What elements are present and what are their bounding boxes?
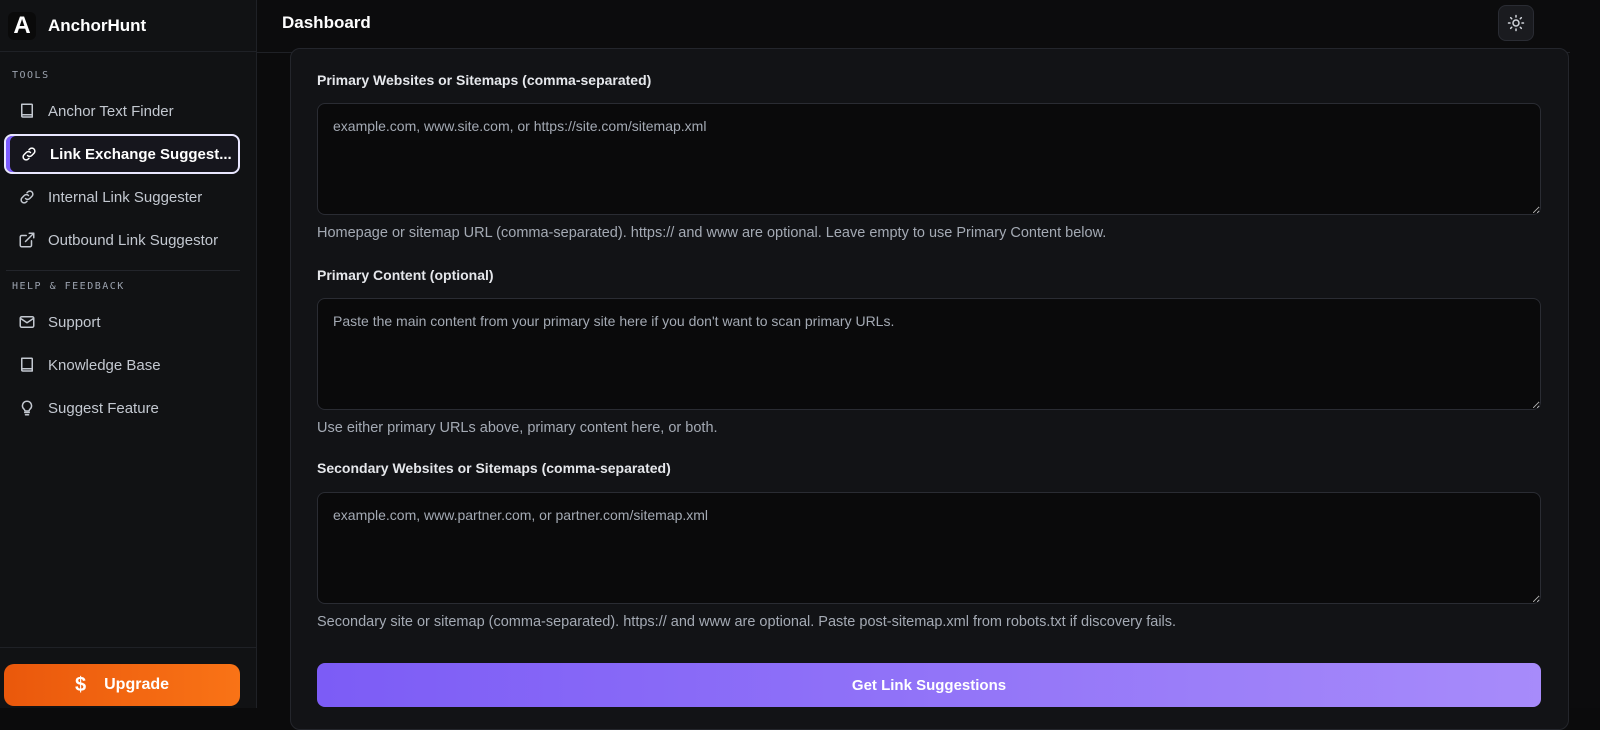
theme-toggle-button[interactable]	[1498, 5, 1534, 41]
sidebar-item-knowledge-base[interactable]: Knowledge Base	[4, 345, 240, 385]
primary-urls-input[interactable]	[317, 103, 1541, 215]
primary-urls-label: Primary Websites or Sitemaps (comma-sepa…	[317, 72, 652, 88]
sidebar-item-label: Knowledge Base	[48, 356, 161, 374]
primary-content-input[interactable]	[317, 298, 1541, 410]
external-link-icon	[18, 231, 36, 249]
book-icon	[18, 102, 36, 120]
sidebar-item-label: Link Exchange Suggest...	[50, 145, 232, 163]
upgrade-label: Upgrade	[104, 676, 170, 693]
link-exchange-form: Primary Websites or Sitemaps (comma-sepa…	[290, 48, 1569, 730]
brand-logo: A	[8, 11, 36, 40]
mail-icon	[18, 313, 36, 331]
sidebar-footer: $ Upgrade	[0, 647, 256, 708]
upgrade-button[interactable]: $ Upgrade	[4, 664, 240, 706]
sidebar-item-outbound-link-suggestor[interactable]: Outbound Link Suggestor	[4, 220, 240, 260]
secondary-urls-label: Secondary Websites or Sitemaps (comma-se…	[317, 460, 671, 476]
dollar-icon: $	[74, 673, 87, 696]
help-section-label: HELP & FEEDBACK	[12, 281, 125, 292]
brand[interactable]: A AnchorHunt	[0, 0, 256, 52]
secondary-urls-help: Secondary site or sitemap (comma-separat…	[317, 614, 1177, 630]
sun-icon	[1507, 14, 1525, 32]
topbar: Dashboard	[257, 0, 1600, 53]
sidebar: A AnchorHunt TOOLS Anchor Text Finder Li…	[0, 0, 257, 708]
scrollbar[interactable]	[1570, 52, 1600, 708]
sidebar-item-suggest-feature[interactable]: Suggest Feature	[4, 388, 240, 428]
sidebar-item-link-exchange-suggester[interactable]: Link Exchange Suggest...	[4, 134, 240, 174]
tools-section-label: TOOLS	[12, 70, 50, 81]
sidebar-item-label: Suggest Feature	[48, 399, 159, 417]
primary-content-help: Use either primary URLs above, primary c…	[317, 420, 718, 436]
sidebar-divider	[6, 270, 240, 271]
primary-urls-help: Homepage or sitemap URL (comma-separated…	[317, 225, 1107, 241]
primary-content-label: Primary Content (optional)	[317, 267, 494, 283]
link-icon	[18, 188, 36, 206]
sidebar-item-internal-link-suggester[interactable]: Internal Link Suggester	[4, 177, 240, 217]
sidebar-item-label: Anchor Text Finder	[48, 102, 174, 120]
sidebar-item-label: Internal Link Suggester	[48, 188, 203, 206]
page-title: Dashboard	[282, 13, 371, 32]
sidebar-item-label: Outbound Link Suggestor	[48, 231, 219, 249]
book-icon	[18, 356, 36, 374]
secondary-urls-input[interactable]	[317, 492, 1541, 604]
link-icon	[20, 145, 38, 163]
get-link-suggestions-button[interactable]: Get Link Suggestions	[317, 663, 1541, 707]
lightbulb-icon	[18, 399, 36, 417]
brand-name: AnchorHunt	[48, 15, 147, 35]
sidebar-item-label: Support	[48, 313, 101, 331]
sidebar-item-anchor-text-finder[interactable]: Anchor Text Finder	[4, 91, 240, 131]
sidebar-item-support[interactable]: Support	[4, 302, 240, 342]
